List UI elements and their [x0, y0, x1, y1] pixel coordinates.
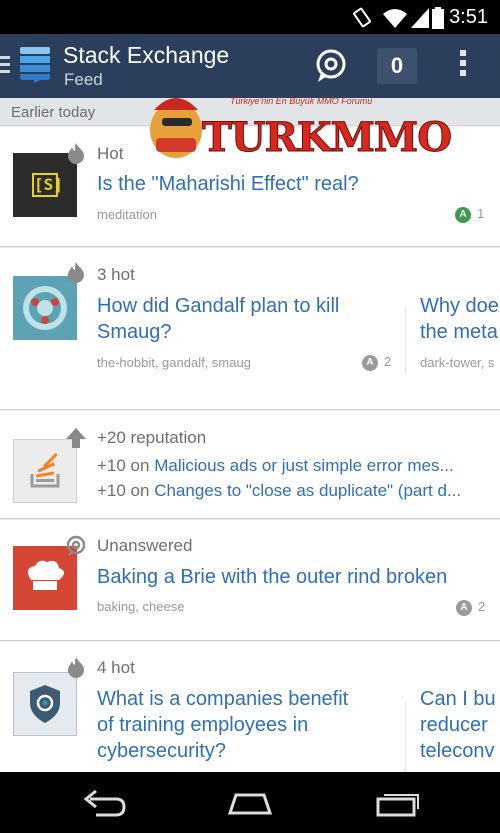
- question-title-line: What is a companies benefit: [97, 688, 349, 710]
- unanswered-bubble-icon: [66, 535, 86, 556]
- overflow-menu-icon[interactable]: [456, 50, 470, 82]
- question-title-line: of training employees in: [97, 714, 309, 736]
- up-arrow-icon: [66, 428, 86, 448]
- reputation-post-link[interactable]: Malicious ads or just simple error mes..…: [154, 456, 453, 475]
- question-title[interactable]: Baking a Brie with the outer rind broken: [97, 564, 447, 590]
- flame-icon: [68, 143, 84, 164]
- next-question-title-line: Can I bu: [420, 688, 496, 710]
- scifi-logo-icon: [23, 286, 67, 330]
- question-tags[interactable]: the-hobbit, gandalf, smaug: [97, 355, 251, 370]
- answer-count: A1: [455, 206, 484, 223]
- back-icon[interactable]: [80, 789, 128, 817]
- card-divider: [405, 702, 406, 772]
- inbox-icon[interactable]: [312, 46, 350, 86]
- site-thumbnail: [13, 276, 77, 340]
- next-question-title[interactable]: Can I bu reducer teleconv: [420, 686, 496, 764]
- clock: 3:51: [449, 6, 488, 28]
- site-logo-text: [S]: [32, 173, 63, 197]
- watermark-wordmark: TURKMMO: [201, 114, 452, 162]
- stack-exchange-logo-icon[interactable]: [20, 47, 50, 83]
- reputation-post-link[interactable]: Changes to "close as duplicate" (part d.…: [154, 481, 461, 500]
- recents-icon[interactable]: [374, 789, 420, 817]
- answer-count-value: 1: [477, 206, 485, 221]
- app-title: Stack Exchange: [63, 42, 230, 68]
- site-thumbnail: [13, 672, 77, 736]
- battery-icon: [432, 7, 444, 29]
- answer-count-value: 2: [384, 354, 392, 369]
- watermark-tagline: Türkiye'nin En Büyük MMO Forumu: [230, 96, 373, 106]
- rotate-icon: [353, 7, 371, 28]
- security-logo-icon: [30, 685, 60, 723]
- app-subtitle: Feed: [64, 70, 103, 89]
- answer-count: A2: [362, 354, 391, 371]
- status-bar: 3:51: [0, 0, 500, 34]
- item-kind: 3 hot: [97, 265, 135, 284]
- answer-count: A2: [456, 599, 485, 616]
- feed-card-hot-questions[interactable]: 4 hot What is a companies benefit of tra…: [0, 642, 500, 772]
- feed-card-reputation[interactable]: +20 reputation +10 on Malicious ads or j…: [0, 411, 500, 519]
- question-title[interactable]: Is the "Maharishi Effect" real?: [97, 171, 359, 197]
- item-kind: +20 reputation: [97, 428, 207, 447]
- next-question-title-line: the meta: [420, 321, 498, 343]
- flame-icon: [68, 262, 84, 283]
- achievements-count-button[interactable]: 0: [377, 48, 417, 84]
- drawer-indicator-icon[interactable]: [0, 56, 12, 77]
- question-title-line: cybersecurity?: [97, 740, 226, 762]
- home-icon[interactable]: [226, 789, 274, 817]
- next-question-title-line: teleconv: [420, 740, 495, 762]
- item-kind: Hot: [97, 144, 124, 163]
- next-question-tags[interactable]: dark-tower, s: [420, 355, 494, 370]
- question-tags[interactable]: meditation: [97, 207, 157, 222]
- question-title-line: How did Gandalf plan to kill: [97, 295, 340, 317]
- answer-badge-icon: A: [455, 206, 471, 223]
- feed-card-unanswered[interactable]: Unanswered Baking a Brie with the outer …: [0, 520, 500, 641]
- item-kind: 4 hot: [97, 658, 135, 677]
- question-tags[interactable]: baking, cheese: [97, 599, 184, 614]
- reputation-amount: +10 on: [97, 456, 155, 475]
- answer-count-value: 2: [478, 599, 486, 614]
- reputation-amount: +10 on: [97, 481, 155, 500]
- flame-icon: [68, 657, 84, 678]
- watermark-logo: Türkiye'nin En Büyük MMO Forumu TURKMMO: [140, 84, 453, 162]
- question-title[interactable]: What is a companies benefit of training …: [97, 686, 397, 764]
- feed-card-hot-questions[interactable]: 3 hot How did Gandalf plan to kill Smaug…: [0, 248, 500, 410]
- answer-badge-icon: A: [456, 599, 472, 616]
- reputation-entry[interactable]: +10 on Changes to "close as duplicate" (…: [97, 481, 461, 501]
- next-question-title-line: Why doe: [420, 295, 499, 317]
- reputation-entry[interactable]: +10 on Malicious ads or just simple erro…: [97, 456, 454, 476]
- next-question-title-line: reducer: [420, 714, 488, 736]
- question-title-line: Smaug?: [97, 321, 172, 343]
- question-title[interactable]: How did Gandalf plan to kill Smaug?: [97, 293, 397, 345]
- answer-badge-icon: A: [362, 354, 378, 371]
- item-kind: Unanswered: [97, 536, 193, 555]
- card-divider: [405, 308, 406, 374]
- signal-icon: [411, 8, 429, 28]
- next-question-title[interactable]: Why doe the meta: [420, 293, 499, 345]
- wifi-icon: [383, 9, 407, 28]
- system-nav-bar: [0, 772, 500, 833]
